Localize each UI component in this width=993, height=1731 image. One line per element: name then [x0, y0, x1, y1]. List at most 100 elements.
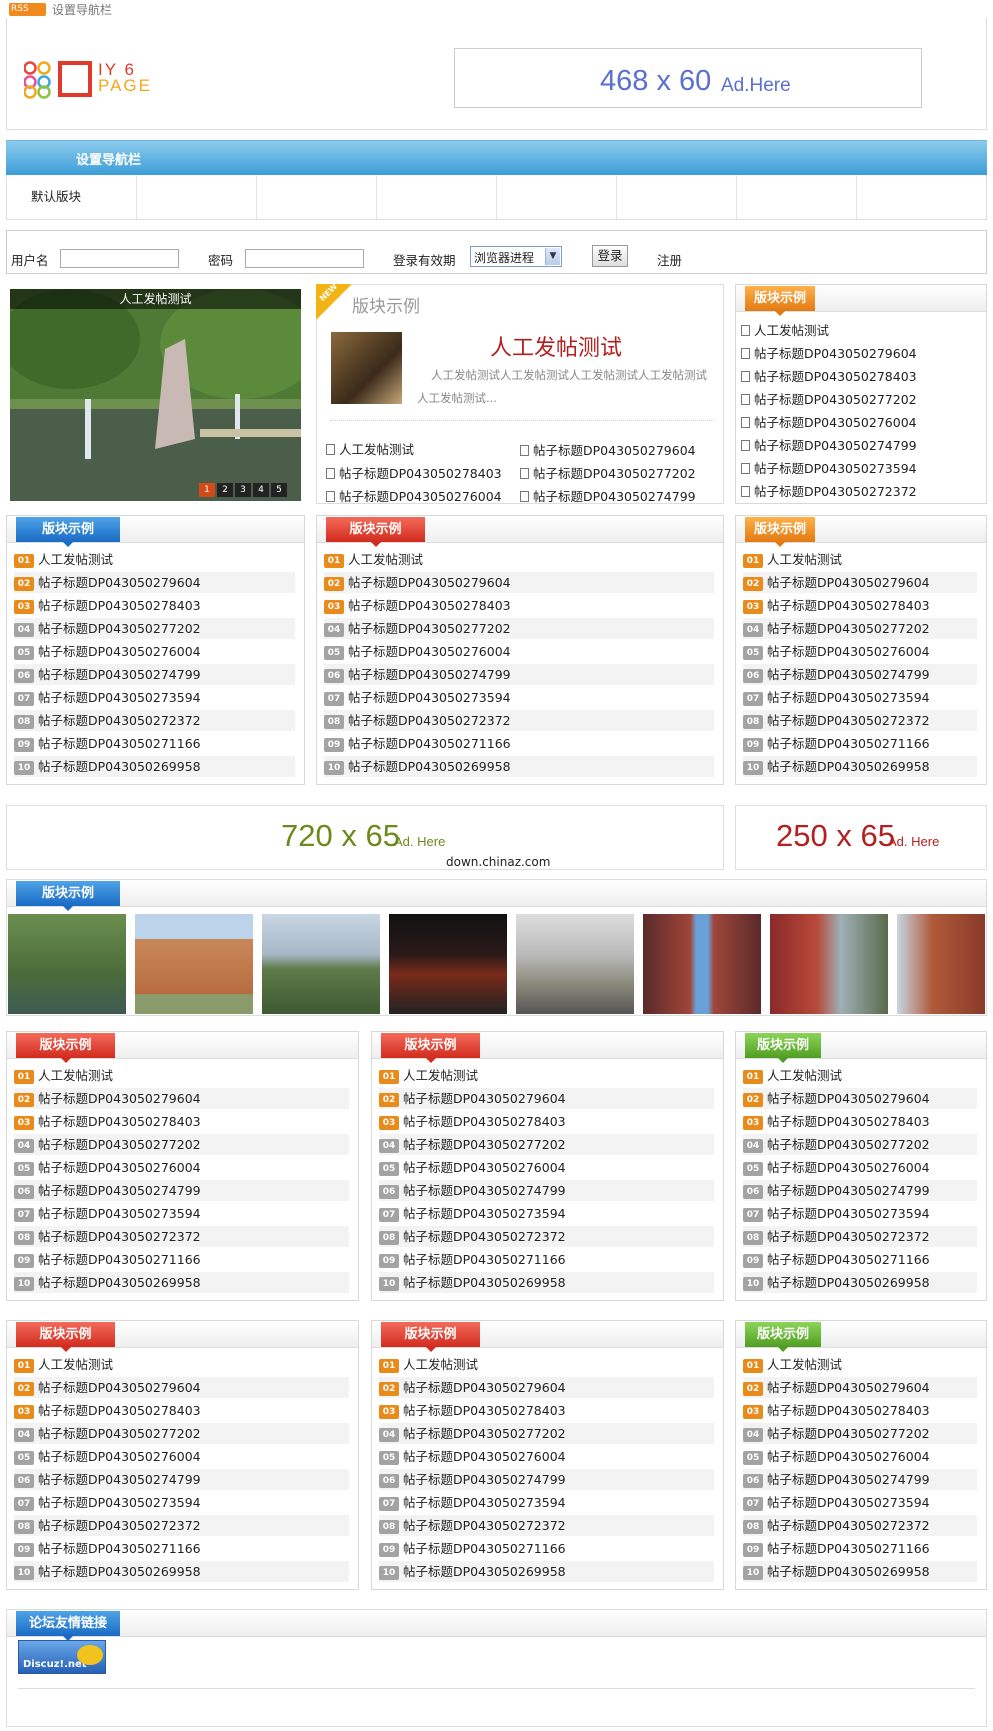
sidebar-item[interactable]: 帖子标题DP043050279604	[741, 343, 917, 362]
list-item[interactable]: 04 帖子标题DP043050277202	[324, 618, 714, 639]
list-item[interactable]: 07 帖子标题DP043050273594	[743, 1492, 977, 1513]
block-tab[interactable]: 版块示例	[381, 1033, 480, 1063]
list-item[interactable]: 10 帖子标题DP043050269958	[14, 1272, 349, 1293]
gallery-photo[interactable]	[8, 914, 126, 1014]
ad-banner-250[interactable]: 250 x 65 Ad. Here	[735, 805, 987, 870]
block-tab[interactable]: 版块示例	[16, 1033, 115, 1063]
list-item[interactable]: 09 帖子标题DP043050271166	[379, 1249, 714, 1270]
slide-page-1[interactable]: 1	[199, 483, 215, 497]
list-item[interactable]: 04 帖子标题DP043050277202	[379, 1134, 714, 1155]
list-item[interactable]: 01 人工发帖测试	[379, 1065, 714, 1086]
gallery-photo[interactable]	[643, 914, 761, 1014]
discuz-logo-link[interactable]: Discuz!.net	[18, 1640, 106, 1674]
list-item[interactable]: 09 帖子标题DP043050271166	[743, 1538, 977, 1559]
gallery-photo[interactable]	[262, 914, 380, 1014]
list-item[interactable]: 03 帖子标题DP043050278403	[379, 1111, 714, 1132]
list-item[interactable]: 02 帖子标题DP043050279604	[379, 1377, 714, 1398]
list-item[interactable]: 02 帖子标题DP043050279604	[743, 572, 977, 593]
list-item[interactable]: 10 帖子标题DP043050269958	[743, 1272, 977, 1293]
expire-select[interactable]: 浏览器进程 ▼	[470, 246, 562, 267]
list-item[interactable]: 07 帖子标题DP043050273594	[379, 1203, 714, 1224]
list-item[interactable]: 05 帖子标题DP043050276004	[743, 1157, 977, 1178]
list-item[interactable]: 08 帖子标题DP043050272372	[743, 1515, 977, 1536]
login-button[interactable]: 登录	[592, 245, 628, 267]
list-item[interactable]: 01 人工发帖测试	[743, 1065, 977, 1086]
list-item[interactable]: 07 帖子标题DP043050273594	[379, 1492, 714, 1513]
list-item[interactable]: 03 帖子标题DP043050278403	[743, 1400, 977, 1421]
list-item[interactable]: 06 帖子标题DP043050274799	[743, 664, 977, 685]
block-tab[interactable]: 版块示例	[16, 1322, 115, 1352]
list-item[interactable]: 06 帖子标题DP043050274799	[14, 664, 295, 685]
block-tab[interactable]: 版块示例	[381, 1322, 480, 1352]
list-item[interactable]: 07 帖子标题DP043050273594	[743, 687, 977, 708]
rss-icon[interactable]: RSS	[9, 3, 46, 16]
featured-item[interactable]: 人工发帖测试	[326, 439, 414, 458]
list-item[interactable]: 06 帖子标题DP043050274799	[379, 1180, 714, 1201]
list-item[interactable]: 06 帖子标题DP043050274799	[14, 1469, 349, 1490]
gallery-tab[interactable]: 版块示例	[16, 881, 120, 911]
list-item[interactable]: 10 帖子标题DP043050269958	[743, 1561, 977, 1582]
list-item[interactable]: 02 帖子标题DP043050279604	[14, 572, 295, 593]
list-item[interactable]: 03 帖子标题DP043050278403	[743, 1111, 977, 1132]
list-item[interactable]: 04 帖子标题DP043050277202	[14, 1423, 349, 1444]
list-item[interactable]: 08 帖子标题DP043050272372	[379, 1226, 714, 1247]
list-item[interactable]: 07 帖子标题DP043050273594	[324, 687, 714, 708]
block-tab[interactable]: 版块示例	[745, 517, 815, 547]
list-item[interactable]: 05 帖子标题DP043050276004	[379, 1157, 714, 1178]
slide-page-4[interactable]: 4	[253, 483, 269, 497]
list-item[interactable]: 10 帖子标题DP043050269958	[324, 756, 714, 777]
sidebar-item[interactable]: 帖子标题DP043050273594	[741, 458, 917, 477]
list-item[interactable]: 10 帖子标题DP043050269958	[14, 756, 295, 777]
list-item[interactable]: 01 人工发帖测试	[743, 1354, 977, 1375]
block-tab[interactable]: 版块示例	[745, 1322, 821, 1352]
list-item[interactable]: 04 帖子标题DP043050277202	[14, 1134, 349, 1155]
list-item[interactable]: 01 人工发帖测试	[324, 549, 714, 570]
list-item[interactable]: 09 帖子标题DP043050271166	[379, 1538, 714, 1559]
block-tab[interactable]: 版块示例	[326, 517, 425, 547]
list-item[interactable]: 01 人工发帖测试	[379, 1354, 714, 1375]
list-item[interactable]: 10 帖子标题DP043050269958	[379, 1561, 714, 1582]
friend-links-tab[interactable]: 论坛友情链接	[16, 1611, 120, 1641]
list-item[interactable]: 05 帖子标题DP043050276004	[379, 1446, 714, 1467]
sidebar-item[interactable]: 帖子标题DP043050272372	[741, 481, 917, 500]
list-item[interactable]: 09 帖子标题DP043050271166	[14, 1538, 349, 1559]
featured-title[interactable]: 人工发帖测试	[490, 330, 622, 362]
list-item[interactable]: 03 帖子标题DP043050278403	[379, 1400, 714, 1421]
list-item[interactable]: 07 帖子标题DP043050273594	[743, 1203, 977, 1224]
gallery-photo[interactable]	[389, 914, 507, 1014]
featured-item[interactable]: 帖子标题DP043050274799	[520, 486, 696, 505]
list-item[interactable]: 06 帖子标题DP043050274799	[324, 664, 714, 685]
list-item[interactable]: 03 帖子标题DP043050278403	[14, 595, 295, 616]
sidebar-item[interactable]: 人工发帖测试	[741, 320, 829, 339]
list-item[interactable]: 08 帖子标题DP043050272372	[14, 1226, 349, 1247]
list-item[interactable]: 07 帖子标题DP043050273594	[14, 687, 295, 708]
list-item[interactable]: 05 帖子标题DP043050276004	[743, 1446, 977, 1467]
list-item[interactable]: 04 帖子标题DP043050277202	[743, 1134, 977, 1155]
list-item[interactable]: 08 帖子标题DP043050272372	[14, 1515, 349, 1536]
list-item[interactable]: 03 帖子标题DP043050278403	[14, 1111, 349, 1132]
list-item[interactable]: 03 帖子标题DP043050278403	[14, 1400, 349, 1421]
list-item[interactable]: 04 帖子标题DP043050277202	[743, 618, 977, 639]
list-item[interactable]: 08 帖子标题DP043050272372	[324, 710, 714, 731]
list-item[interactable]: 10 帖子标题DP043050269958	[14, 1561, 349, 1582]
sidebar-item[interactable]: 帖子标题DP043050276004	[741, 412, 917, 431]
list-item[interactable]: 01 人工发帖测试	[14, 1065, 349, 1086]
list-item[interactable]: 02 帖子标题DP043050279604	[743, 1088, 977, 1109]
list-item[interactable]: 03 帖子标题DP043050278403	[743, 595, 977, 616]
list-item[interactable]: 08 帖子标题DP043050272372	[743, 1226, 977, 1247]
list-item[interactable]: 03 帖子标题DP043050278403	[324, 595, 714, 616]
list-item[interactable]: 06 帖子标题DP043050274799	[379, 1469, 714, 1490]
list-item[interactable]: 06 帖子标题DP043050274799	[743, 1469, 977, 1490]
list-item[interactable]: 08 帖子标题DP043050272372	[743, 710, 977, 731]
list-item[interactable]: 04 帖子标题DP043050277202	[379, 1423, 714, 1444]
list-item[interactable]: 05 帖子标题DP043050276004	[14, 641, 295, 662]
list-item[interactable]: 05 帖子标题DP043050276004	[743, 641, 977, 662]
gallery-photo[interactable]	[516, 914, 634, 1014]
list-item[interactable]: 07 帖子标题DP043050273594	[14, 1203, 349, 1224]
featured-item[interactable]: 帖子标题DP043050277202	[520, 463, 696, 482]
list-item[interactable]: 02 帖子标题DP043050279604	[379, 1088, 714, 1109]
sidebar-item[interactable]: 帖子标题DP043050274799	[741, 435, 917, 454]
slide-page-3[interactable]: 3	[235, 483, 251, 497]
list-item[interactable]: 09 帖子标题DP043050271166	[743, 1249, 977, 1270]
gallery-photo[interactable]	[135, 914, 253, 1014]
